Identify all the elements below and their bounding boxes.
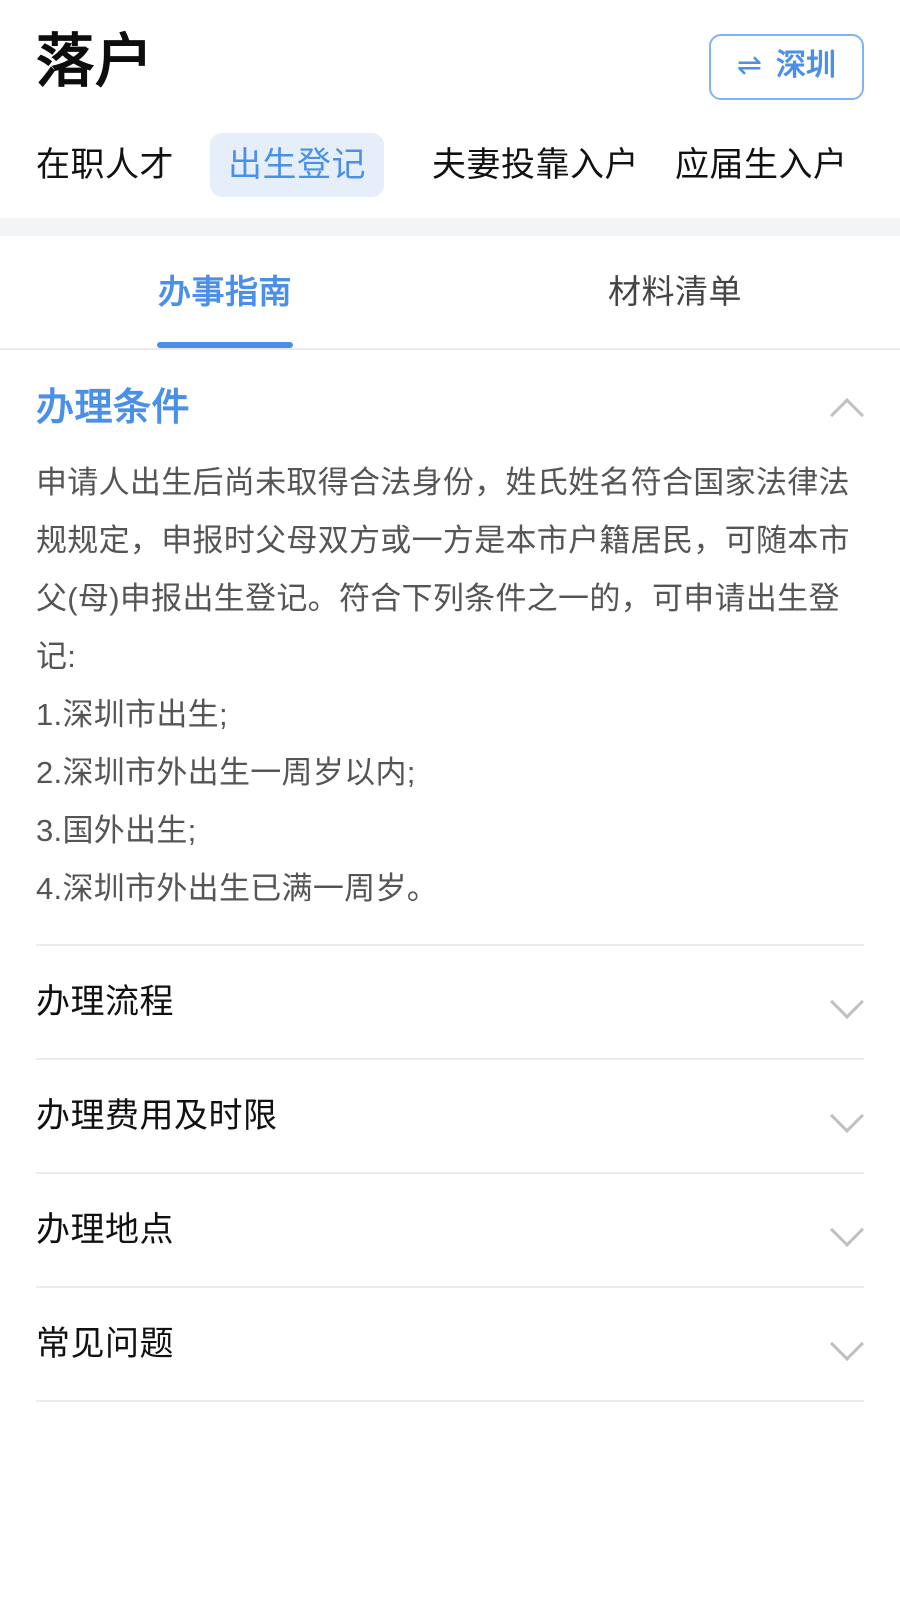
- category-tab-zaizhirencai[interactable]: 在职人才: [36, 133, 192, 197]
- section-header-banlididian[interactable]: 办理地点: [36, 1172, 864, 1286]
- section-separator-band: [0, 218, 900, 236]
- chevron-down-icon[interactable]: [830, 1099, 864, 1133]
- section-header-changjianwenti[interactable]: 常见问题: [36, 1286, 864, 1400]
- condition-item: 3.国外出生;: [36, 813, 197, 848]
- tab-banshizhinan[interactable]: 办事指南: [0, 236, 450, 348]
- category-tab-label: 在职人才: [36, 146, 174, 184]
- chevron-down-icon[interactable]: [830, 985, 864, 1019]
- sub-tab-bar: 办事指南 材料清单: [0, 236, 900, 350]
- section-paragraph: 申请人出生后尚未取得合法身份，姓氏姓名符合国家法律法规规定，申报时父母双方或一方…: [36, 465, 850, 674]
- section-title: 办理条件: [36, 387, 191, 429]
- city-switcher-button[interactable]: ⇌ 深圳: [708, 34, 864, 100]
- sub-tab-label: 办事指南: [158, 273, 292, 310]
- category-tab-label: 应届生入户: [675, 146, 848, 184]
- section-title: 常见问题: [36, 1325, 174, 1363]
- city-switcher-label: 深圳: [776, 49, 836, 82]
- header-top-row: 落户 ⇌ 深圳: [36, 26, 864, 112]
- condition-item: 4.深圳市外出生已满一周岁。: [36, 871, 439, 906]
- swap-arrows-icon: ⇌: [736, 49, 762, 82]
- section-header-banlifeiyongjishixian[interactable]: 办理费用及时限: [36, 1058, 864, 1172]
- section-header-banlitiaojian[interactable]: 办理条件: [36, 350, 864, 442]
- app-screen: 落户 ⇌ 深圳 在职人才 出生登记 夫妻投靠入户 应届生入户 办事指南 材料清单…: [0, 0, 900, 1600]
- tab-cailiaoqingdan[interactable]: 材料清单: [450, 236, 900, 348]
- category-tab-label: 夫妻投靠入户: [432, 146, 639, 184]
- guide-content: 办理条件 申请人出生后尚未取得合法身份，姓氏姓名符合国家法律法规规定，申报时父母…: [0, 350, 900, 1402]
- section-title: 办理费用及时限: [36, 1097, 278, 1135]
- condition-item: 1.深圳市出生;: [36, 697, 228, 732]
- category-tab-fuqitoukaoruhu[interactable]: 夫妻投靠入户: [414, 133, 657, 197]
- category-tab-bar: 在职人才 出生登记 夫妻投靠入户 应届生入户: [36, 112, 864, 198]
- sub-tab-label: 材料清单: [608, 273, 742, 310]
- category-tab-yingjieshengruhu[interactable]: 应届生入户: [657, 133, 866, 197]
- section-title: 办理流程: [36, 983, 174, 1021]
- collapsed-section-list: 办理流程 办理费用及时限 办理地点 常见问题: [36, 944, 864, 1402]
- page-header: 落户 ⇌ 深圳 在职人才 出生登记 夫妻投靠入户 应届生入户: [0, 0, 900, 198]
- page-title: 落户: [36, 29, 155, 94]
- section-body-banlitiaojian: 申请人出生后尚未取得合法身份，姓氏姓名符合国家法律法规规定，申报时父母双方或一方…: [36, 442, 864, 944]
- section-header-banliliucheng[interactable]: 办理流程: [36, 944, 864, 1058]
- condition-item: 2.深圳市外出生一周岁以内;: [36, 755, 416, 790]
- category-tab-label: 出生登记: [228, 146, 366, 184]
- section-title: 办理地点: [36, 1211, 174, 1249]
- chevron-down-icon[interactable]: [830, 1327, 864, 1361]
- category-tab-chushengdengji[interactable]: 出生登记: [210, 133, 384, 197]
- chevron-down-icon[interactable]: [830, 1213, 864, 1247]
- chevron-up-icon[interactable]: [830, 391, 864, 425]
